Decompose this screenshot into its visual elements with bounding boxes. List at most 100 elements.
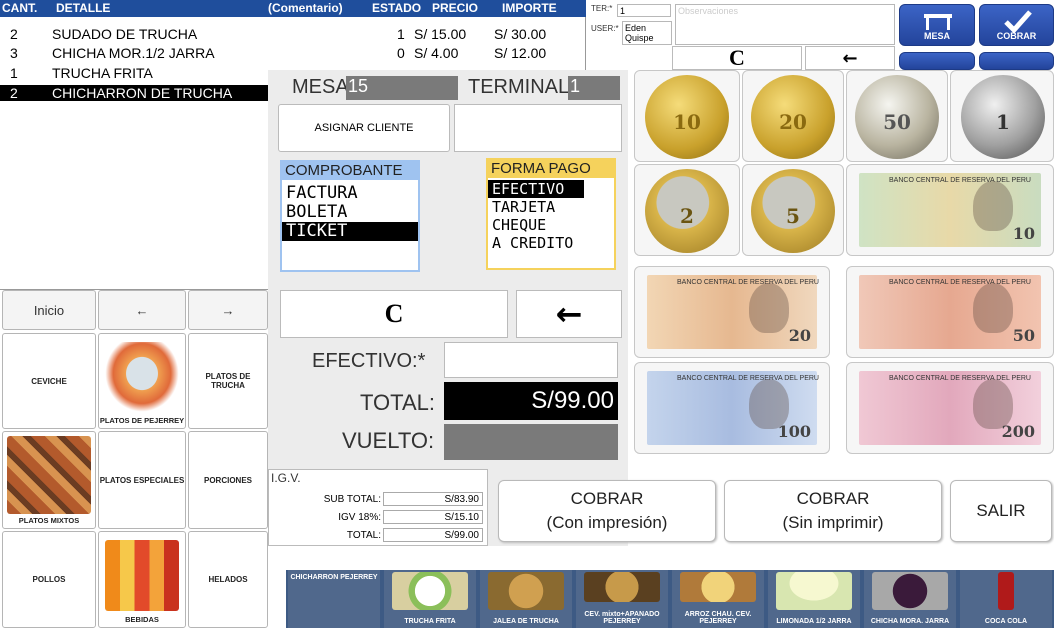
cobrar-con-impresion-button[interactable]: COBRAR (Con impresión): [498, 480, 716, 542]
vuelto-label: VUELTO:: [342, 428, 435, 453]
forma-pago-option[interactable]: A CREDITO: [488, 234, 614, 252]
product-coca-cola[interactable]: COCA COLA: [960, 570, 1052, 628]
drink-image: [776, 572, 852, 610]
row-detalle: TRUCHA FRITA: [52, 65, 153, 81]
coin-image: 20: [751, 75, 835, 159]
table-icon: [924, 14, 952, 30]
product-cev-mixto-apanado[interactable]: CEV. mixto+APANADO PEJERREY: [576, 570, 668, 628]
comprobante-option[interactable]: FACTURA: [282, 184, 418, 203]
bill-value: 10: [1012, 224, 1035, 243]
vuelto-field: [444, 424, 618, 460]
terminal-label: TERMINAL:: [468, 76, 575, 98]
total-label: TOTAL:: [360, 390, 435, 415]
bill-100-soles-button[interactable]: BANCO CENTRAL DE RESERVA DEL PERU 100: [634, 362, 830, 454]
salir-button[interactable]: SALIR: [950, 480, 1052, 542]
efectivo-input[interactable]: [444, 342, 618, 378]
bill-portrait: [973, 283, 1013, 333]
category-platos-especiales[interactable]: PLATOS ESPECIALES: [98, 431, 186, 529]
col-detalle: DETALLE: [56, 1, 111, 15]
coin-5-soles-button[interactable]: 5: [742, 164, 844, 256]
bill-20-soles-button[interactable]: BANCO CENTRAL DE RESERVA DEL PERU 20: [634, 266, 830, 358]
bill-10-soles-button[interactable]: BANCO CENTRAL DE RESERVA DEL PERU 10: [846, 164, 1054, 256]
row-importe: S/ 12.00: [494, 45, 547, 61]
category-platos-de-pejerrey[interactable]: PLATOS DE PEJERREY: [98, 333, 186, 429]
blue-button-partial[interactable]: [899, 52, 975, 70]
category-bebidas[interactable]: BEBIDAS: [98, 531, 186, 628]
backspace-button[interactable]: ←: [516, 290, 622, 338]
category-label: BEBIDAS: [125, 615, 159, 624]
order-row[interactable]: 2 SUDADO DE TRUCHA 1 S/ 15.00 S/ 30.00: [0, 26, 586, 42]
top-back-button[interactable]: ←: [805, 46, 895, 70]
clear-button[interactable]: C: [280, 290, 508, 338]
assign-client-button[interactable]: ASIGNAR CLIENTE: [278, 104, 450, 152]
coin-value: 1: [996, 110, 1010, 135]
coin-image: 10: [645, 75, 729, 159]
category-pollos[interactable]: POLLOS: [2, 531, 96, 628]
next-page-button[interactable]: →: [188, 290, 268, 330]
coin-value: 2: [680, 204, 694, 229]
dish-image: [584, 572, 660, 602]
comprobante-list[interactable]: COMPROBANTE FACTURA BOLETA TICKET: [280, 160, 420, 272]
igv-total-label: TOTAL:: [346, 530, 381, 541]
row-estado: 0: [397, 45, 405, 61]
forma-pago-option[interactable]: TARJETA: [488, 198, 614, 216]
user-field[interactable]: Eden Quispe: [622, 21, 672, 45]
comprobante-option-selected[interactable]: TICKET: [282, 222, 418, 241]
product-chicha-morada[interactable]: CHICHA MORA. JARRA: [864, 570, 956, 628]
ter-field[interactable]: 1: [617, 4, 671, 17]
mesa-label: MESA:: [292, 76, 355, 98]
comprobante-option[interactable]: BOLETA: [282, 203, 418, 222]
order-row[interactable]: 3 CHICHA MOR.1/2 JARRA 0 S/ 4.00 S/ 12.0…: [0, 45, 586, 61]
forma-pago-option-selected[interactable]: EFECTIVO: [488, 180, 584, 198]
cobrar-top-button[interactable]: COBRAR: [979, 4, 1054, 46]
prev-page-button[interactable]: ←: [98, 290, 186, 330]
category-helados[interactable]: HELADOS: [188, 531, 268, 628]
fish-dish-image: [105, 342, 179, 412]
blue-button-partial[interactable]: [979, 52, 1054, 70]
client-field[interactable]: [454, 104, 622, 152]
forma-pago-list[interactable]: FORMA PAGO EFECTIVO TARJETA CHEQUE A CRE…: [486, 158, 616, 270]
product-label: TRUCHA FRITA: [404, 618, 456, 625]
coin-50-centimos-button[interactable]: 50: [846, 70, 948, 162]
button-line2: (Sin imprimir): [782, 513, 884, 532]
observations-input[interactable]: Observaciones: [675, 4, 895, 45]
order-row-selected[interactable]: 2 CHICHARRON DE TRUCHA: [0, 85, 268, 101]
bill-value: 200: [1001, 422, 1035, 441]
product-limonada[interactable]: LIMONADA 1/2 JARRA: [768, 570, 860, 628]
checkmark-icon: [1004, 10, 1032, 33]
bill-image: BANCO CENTRAL DE RESERVA DEL PERU 100: [647, 371, 819, 445]
col-precio: PRECIO: [432, 1, 479, 15]
col-estado: ESTADO: [372, 1, 422, 15]
top-clear-button[interactable]: C: [672, 45, 802, 70]
cobrar-sin-imprimir-button[interactable]: COBRAR (Sin imprimir): [724, 480, 942, 542]
bill-200-soles-button[interactable]: BANCO CENTRAL DE RESERVA DEL PERU 200: [846, 362, 1054, 454]
igv-label: IGV 18%:: [338, 512, 381, 523]
category-platos-mixtos[interactable]: PLATOS MIXTOS: [2, 431, 96, 529]
terminal-field[interactable]: 1: [568, 76, 620, 100]
product-jalea-de-trucha[interactable]: JALEA DE TRUCHA: [480, 570, 572, 628]
bill-image: BANCO CENTRAL DE RESERVA DEL PERU 10: [859, 173, 1041, 247]
product-chicharron-pejerrey[interactable]: CHICHARRON PEJERREY: [288, 570, 380, 628]
bill-image: BANCO CENTRAL DE RESERVA DEL PERU 50: [859, 275, 1041, 349]
inicio-button[interactable]: Inicio: [2, 290, 96, 330]
mesa-button[interactable]: MESA: [899, 4, 975, 46]
coin-image: 1: [961, 75, 1045, 159]
bill-value: 20: [788, 326, 811, 345]
mesa-field[interactable]: 15: [346, 76, 458, 100]
product-arroz-chau-cev[interactable]: ARROZ CHAU. CEV. PEJERREY: [672, 570, 764, 628]
bill-50-soles-button[interactable]: BANCO CENTRAL DE RESERVA DEL PERU 50: [846, 266, 1054, 358]
category-platos-de-trucha[interactable]: PLATOS DE TRUCHA: [188, 333, 268, 429]
coin-value: 50: [883, 110, 911, 135]
coin-10-centimos-button[interactable]: 10: [634, 70, 740, 162]
category-porciones[interactable]: PORCIONES: [188, 431, 268, 529]
coin-20-centimos-button[interactable]: 20: [742, 70, 844, 162]
coin-image: 2: [645, 169, 729, 253]
coin-2-soles-button[interactable]: 2: [634, 164, 740, 256]
category-ceviche[interactable]: CEVICHE: [2, 333, 96, 429]
product-label: JALEA DE TRUCHA: [493, 618, 559, 625]
product-trucha-frita[interactable]: TRUCHA FRITA: [384, 570, 476, 628]
comprobante-title: COMPROBANTE: [282, 162, 418, 180]
coin-image: 5: [751, 169, 835, 253]
forma-pago-option[interactable]: CHEQUE: [488, 216, 614, 234]
coin-1-sol-button[interactable]: 1: [950, 70, 1054, 162]
